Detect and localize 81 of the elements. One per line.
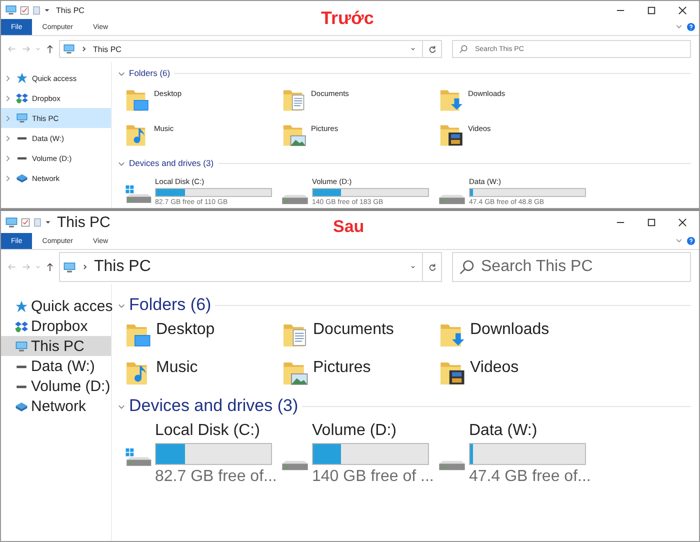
section-heading[interactable]: Devices and drives (3)	[129, 396, 298, 416]
dropbox-icon	[16, 92, 28, 104]
caret-icon[interactable]	[45, 219, 51, 225]
address-path: This PC	[94, 258, 151, 276]
help-icon[interactable]	[687, 23, 695, 31]
chevron-right-icon[interactable]	[5, 134, 10, 142]
refresh-button[interactable]	[422, 40, 442, 58]
drive-icon	[281, 460, 309, 470]
maximize-icon[interactable]	[647, 6, 656, 14]
star-icon	[16, 72, 28, 84]
address-bar[interactable]: This PC	[59, 40, 423, 58]
chevron-down-icon[interactable]	[118, 70, 125, 76]
computer-icon	[15, 340, 28, 352]
folder-name[interactable]: Documents	[313, 321, 394, 339]
close-icon[interactable]	[678, 218, 687, 226]
close-icon[interactable]	[678, 6, 687, 14]
folder-name[interactable]: Desktop	[156, 321, 215, 339]
network-icon	[16, 172, 28, 184]
folder-name[interactable]: Videos	[470, 359, 519, 377]
section-heading[interactable]: Folders (6)	[129, 68, 170, 78]
drive-icon	[281, 194, 309, 204]
folder-name[interactable]: Pictures	[313, 359, 371, 377]
help-icon[interactable]	[687, 237, 695, 245]
address-bar[interactable]: This PC	[59, 252, 423, 282]
sidebar-item[interactable]: Volume (D:)	[1, 376, 111, 396]
dropbox-icon	[15, 320, 28, 332]
computer-icon	[5, 216, 18, 228]
search-icon	[459, 259, 475, 275]
up-arrow-icon[interactable]	[45, 262, 55, 272]
drive-name[interactable]: Local Disk (C:)	[155, 422, 277, 440]
window-title: This PC	[56, 6, 84, 14]
computer-icon	[5, 4, 17, 16]
sidebar-item[interactable]: Dropbox	[1, 316, 111, 336]
drive-icon	[438, 194, 466, 204]
computer-icon	[63, 43, 75, 55]
sidebar-item[interactable]: Quick acces	[1, 296, 111, 316]
chevron-down-icon[interactable]	[118, 302, 125, 308]
sidebar-item[interactable]: This PC	[1, 336, 111, 356]
annotation-label: Sau	[333, 217, 364, 237]
free-space-text: 82.7 GB free of...	[155, 468, 277, 486]
refresh-button[interactable]	[422, 252, 442, 282]
system-drive-icon	[124, 184, 152, 206]
drive-icon	[438, 460, 466, 470]
chevron-right-icon[interactable]	[5, 94, 10, 102]
up-arrow-icon[interactable]	[45, 44, 55, 54]
chevron-right-icon[interactable]	[5, 114, 10, 122]
free-space-text: 140 GB free of ...	[312, 468, 434, 486]
network-icon	[15, 400, 28, 412]
folder-name[interactable]: Downloads	[470, 321, 550, 339]
chevron-right-icon	[82, 263, 88, 271]
caret-icon[interactable]	[44, 7, 50, 13]
address-path: This PC	[93, 44, 122, 54]
search-field[interactable]: Search This PC	[452, 252, 691, 282]
window-title: This PC	[57, 214, 110, 230]
maximize-icon[interactable]	[647, 218, 656, 226]
annotation-label: Trước	[321, 8, 374, 29]
chevron-right-icon[interactable]	[5, 154, 10, 162]
chevron-right-icon	[81, 45, 87, 53]
system-drive-icon	[124, 447, 152, 469]
drive-name[interactable]: Data (W:)	[469, 422, 591, 440]
chevron-down-icon[interactable]	[675, 23, 683, 31]
drive-name[interactable]: Volume (D:)	[312, 422, 434, 440]
chevron-down-icon[interactable]	[118, 402, 125, 410]
refresh-icon	[428, 44, 436, 54]
chevron-down-icon[interactable]	[410, 45, 416, 53]
chevron-down-icon[interactable]	[410, 263, 416, 271]
chevron-down-icon[interactable]	[118, 160, 125, 166]
sidebar-item[interactable]: Network	[1, 396, 111, 416]
section-heading[interactable]: Devices and drives (3)	[129, 158, 214, 168]
star-icon	[15, 300, 28, 312]
chevron-down-icon[interactable]	[675, 237, 683, 245]
free-space-text: 47.4 GB free of...	[469, 468, 591, 486]
search-icon	[459, 44, 468, 54]
refresh-icon	[428, 262, 436, 272]
folder-name[interactable]: Music	[156, 359, 198, 377]
computer-icon	[63, 260, 76, 274]
section-heading[interactable]: Folders (6)	[129, 295, 212, 315]
chevron-right-icon[interactable]	[5, 174, 10, 182]
chevron-right-icon[interactable]	[5, 74, 10, 82]
sidebar-item[interactable]: Data (W:)	[1, 356, 111, 376]
computer-icon	[16, 112, 28, 124]
